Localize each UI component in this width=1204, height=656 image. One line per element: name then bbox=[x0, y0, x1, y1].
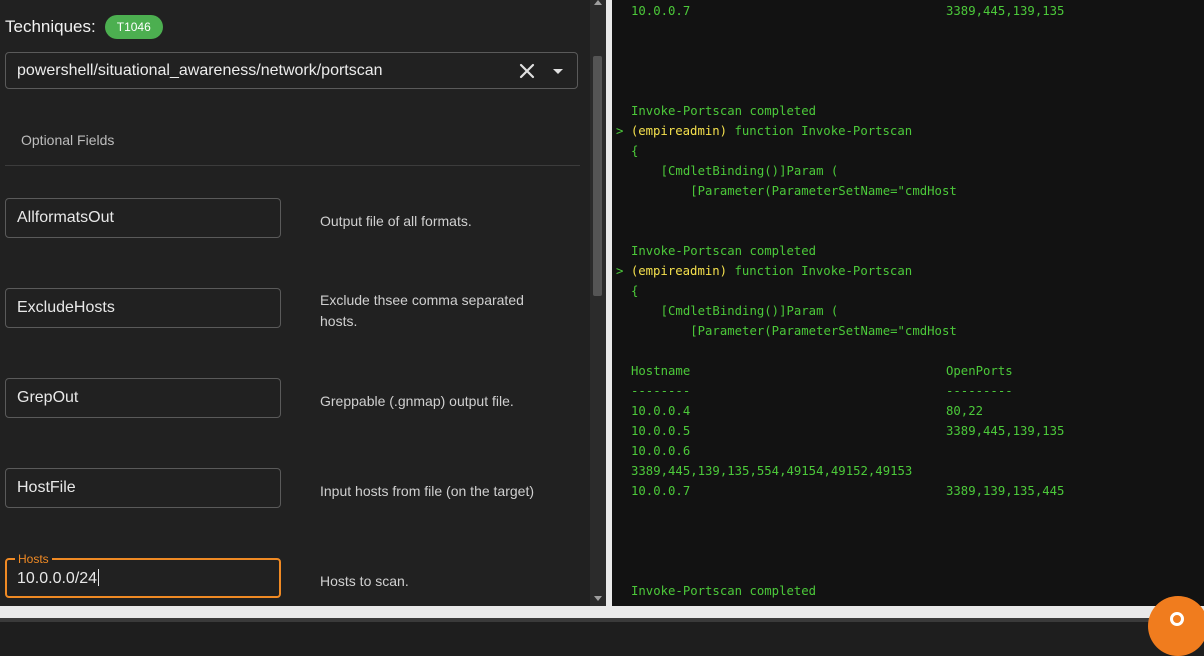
terminal-line: { bbox=[631, 144, 639, 158]
terminal-line: 10.0.0.6 bbox=[631, 444, 691, 458]
terminal-line: 3389,139,135,445 bbox=[946, 484, 1065, 498]
terminal-line: -------- bbox=[631, 384, 691, 398]
text-caret bbox=[98, 569, 100, 586]
form-scrollbar[interactable] bbox=[590, 0, 606, 606]
section-divider bbox=[5, 165, 580, 166]
grepout-placeholder: GrepOut bbox=[17, 389, 79, 406]
terminal-line: 10.0.0.4 bbox=[631, 404, 691, 418]
scroll-down-arrow-icon[interactable] bbox=[594, 596, 602, 601]
terminal-prompt: > (empireadmin) function Invoke-Portscan bbox=[616, 261, 912, 281]
terminal-line: --------- bbox=[946, 384, 1013, 398]
grepout-input[interactable]: GrepOut bbox=[5, 378, 281, 418]
terminal-line: [CmdletBinding()]Param ( bbox=[631, 164, 839, 178]
hosts-value: 10.0.0.0/24 bbox=[17, 570, 98, 587]
prompt-user: (empireadmin) bbox=[630, 264, 728, 278]
prompt-command: function Invoke-Portscan bbox=[727, 264, 913, 278]
module-select-value: powershell/situational_awareness/network… bbox=[17, 62, 383, 79]
prompt-command: function Invoke-Portscan bbox=[727, 124, 913, 138]
terminal-line: [Parameter(ParameterSetName="cmdHost bbox=[631, 184, 957, 198]
floating-action-button[interactable] bbox=[1148, 596, 1204, 656]
terminal-prompt: > (empireadmin) function Invoke-Portscan bbox=[616, 121, 912, 141]
excludehosts-input[interactable]: ExcludeHosts bbox=[5, 288, 281, 328]
hosts-description: Hosts to scan. bbox=[320, 573, 409, 589]
terminal-line: 3389,445,139,135 bbox=[946, 4, 1065, 18]
allformatsout-input[interactable]: AllformatsOut bbox=[5, 198, 281, 238]
terminal-line: 10.0.0.5 bbox=[631, 424, 691, 438]
hosts-input[interactable]: Hosts 10.0.0.0/24 bbox=[5, 552, 281, 598]
terminal-line: 3389,445,139,135,554,49154,49152,49153 bbox=[631, 464, 913, 478]
excludehosts-description: Exclude thsee comma separated hosts. bbox=[320, 292, 524, 329]
terminal-line: OpenPorts bbox=[946, 364, 1013, 378]
techniques-label: Techniques: bbox=[5, 17, 96, 36]
allformatsout-description: Output file of all formats. bbox=[320, 213, 472, 229]
hosts-floating-label: Hosts bbox=[15, 552, 52, 566]
scroll-up-arrow-icon[interactable] bbox=[594, 0, 602, 5]
terminal-line: { bbox=[631, 284, 639, 298]
terminal-line: [Parameter(ParameterSetName="cmdHost bbox=[631, 324, 957, 338]
terminal-line: 10.0.0.7 bbox=[631, 4, 691, 18]
optional-fields-title: Optional Fields bbox=[21, 132, 115, 148]
prompt-sign: > bbox=[616, 124, 624, 138]
hostfile-description: Input hosts from file (on the target) bbox=[320, 483, 534, 499]
hostfile-placeholder: HostFile bbox=[17, 479, 76, 496]
excludehosts-placeholder: ExcludeHosts bbox=[17, 299, 115, 316]
techniques-row: Techniques: T1046 bbox=[5, 14, 163, 40]
module-select[interactable]: powershell/situational_awareness/network… bbox=[5, 52, 578, 89]
terminal-line: 10.0.0.7 bbox=[631, 484, 691, 498]
terminal-line: [CmdletBinding()]Param ( bbox=[631, 304, 839, 318]
prompt-user: (empireadmin) bbox=[630, 124, 728, 138]
terminal-line: Invoke-Portscan completed bbox=[631, 104, 817, 118]
hosts-value-wrap: 10.0.0.0/24 bbox=[17, 569, 100, 588]
bottom-divider bbox=[0, 618, 1204, 622]
module-options-panel: Techniques: T1046 powershell/situational… bbox=[0, 0, 590, 606]
grepout-description: Greppable (.gnmap) output file. bbox=[320, 393, 514, 409]
terminal-line: Hostname bbox=[631, 364, 691, 378]
terminal-line: 3389,445,139,135 bbox=[946, 424, 1065, 438]
close-icon[interactable] bbox=[516, 60, 538, 82]
terminal-line: Invoke-Portscan completed bbox=[631, 584, 817, 598]
chevron-down-icon[interactable] bbox=[548, 61, 568, 81]
chat-icon bbox=[1170, 612, 1184, 626]
terminal-line: Invoke-Portscan completed bbox=[631, 244, 817, 258]
allformatsout-placeholder: AllformatsOut bbox=[17, 209, 114, 226]
prompt-sign: > bbox=[616, 264, 624, 278]
scroll-thumb[interactable] bbox=[593, 56, 602, 296]
terminal-line: 80,22 bbox=[946, 404, 984, 418]
terminal-output: 10.0.0.7 3389,445,139,135 Invoke-Portsca… bbox=[612, 0, 1204, 606]
hostfile-input[interactable]: HostFile bbox=[5, 468, 281, 508]
technique-chip[interactable]: T1046 bbox=[104, 15, 163, 39]
